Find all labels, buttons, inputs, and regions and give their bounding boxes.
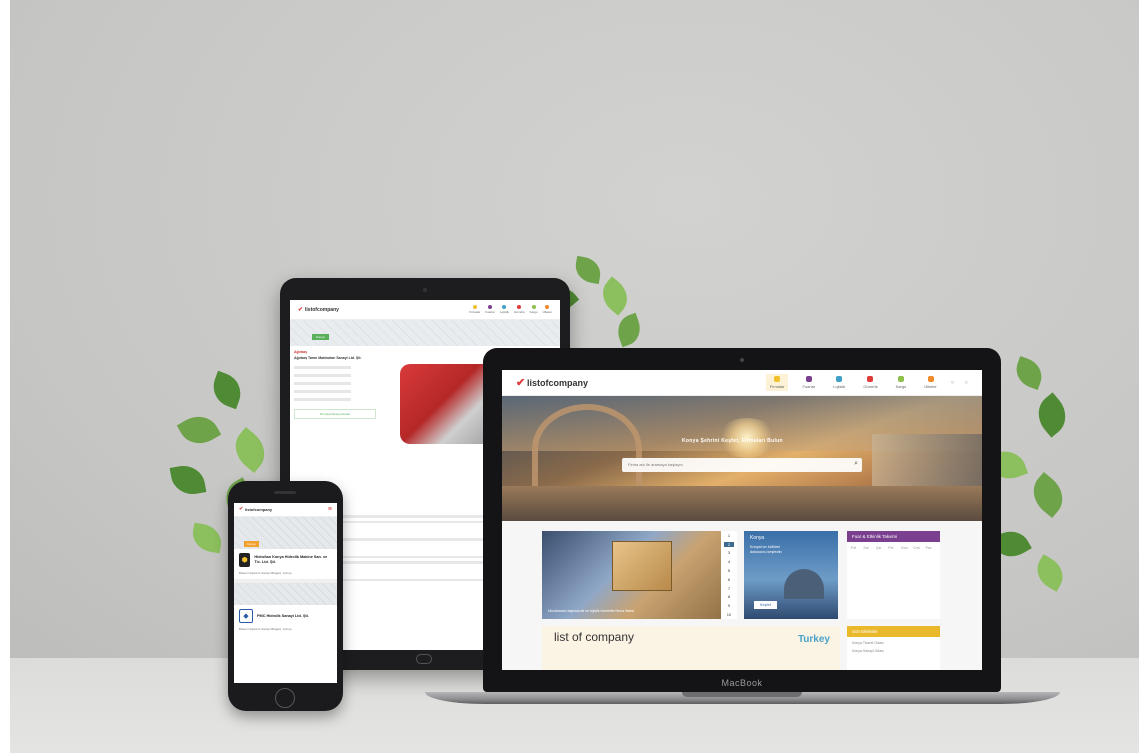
pager-item[interactable]: 5 xyxy=(728,568,730,573)
company-card[interactable]: ◆ PMC Hidrolik Sanayi Ltd. Şti. Büsan Or… xyxy=(234,605,337,635)
tablet-map[interactable]: Konya xyxy=(290,320,560,346)
laptop-navbar: ✔ listofcompany Firmalar Fuarlar Lojistik… xyxy=(502,370,982,396)
pager-item[interactable]: 9 xyxy=(728,603,730,608)
pager-item[interactable]: 10 xyxy=(727,612,731,617)
tablet-camera xyxy=(423,288,427,292)
phone-map[interactable]: Konya xyxy=(234,517,337,549)
phone-map-tag: Konya xyxy=(244,541,259,547)
left-border xyxy=(0,0,10,753)
phone-navbar: ✔ listofcompany ≡ xyxy=(234,503,337,517)
laptop-base xyxy=(425,692,1060,704)
tablet-nav-lojistik[interactable]: Lojistik xyxy=(500,305,509,314)
check-icon: ✔ xyxy=(516,377,526,389)
tablet-nav-kargo[interactable]: Kargo xyxy=(530,305,538,314)
pager-item[interactable]: 4 xyxy=(728,559,730,564)
hero-headline: Konya Şehrini Keşfet, Firmaları Bulun xyxy=(682,438,783,444)
pager-item[interactable]: 2 xyxy=(723,541,735,547)
cargo-box-image xyxy=(612,541,672,591)
phone-screen: ✔ listofcompany ≡ Konya ⬢ Hidroltan Konya… xyxy=(234,503,337,683)
banner-tag: Turkey xyxy=(797,634,830,645)
laptop-nav-items: Firmalar Fuarlar Lojistik Gümrük Kargo Ü… xyxy=(765,374,968,391)
hamburger-menu-icon[interactable]: ≡ xyxy=(328,506,332,513)
hero-banner: Konya Şehrini Keşfet, Firmaları Bulun Fi… xyxy=(502,396,982,521)
nav-firmalar[interactable]: Firmalar xyxy=(765,374,789,391)
address-line xyxy=(294,390,352,393)
phone-line xyxy=(294,366,352,369)
laptop-device: ✔ listofcompany Firmalar Fuarlar Lojistik… xyxy=(483,348,1001,692)
event-calendar: Fuar & Etkinlik Takvimi Pzt Sal Çar Per … xyxy=(847,531,940,619)
contact-button[interactable]: Firmaya Mesaj Gönder xyxy=(294,409,376,419)
company-name: PMC Hidrolik Sanayi Ltd. Şti. xyxy=(257,613,309,618)
tablet-map-tag: Konya xyxy=(312,334,329,340)
user-icon[interactable]: ○ xyxy=(964,380,968,386)
slider-caption: Uluslararası taşımacılık ve lojistik hiz… xyxy=(548,609,634,613)
email-line xyxy=(294,382,352,385)
tablet-home-button[interactable] xyxy=(416,654,432,664)
pager-item[interactable]: 6 xyxy=(728,577,730,582)
laptop-logo[interactable]: ✔ listofcompany xyxy=(516,376,588,389)
nav-kargo[interactable]: Kargo xyxy=(892,374,911,391)
city-card[interactable]: Konya Konya'nın kültürel dokusunu keşfed… xyxy=(744,531,838,619)
company-address: Büsan Organize Sanayi Bölgesi, Konya xyxy=(239,571,292,575)
fax-line xyxy=(294,374,352,377)
latest-list: Son Eklenler Konya Ticaret Odası Konya S… xyxy=(847,626,940,670)
check-icon: ✔ xyxy=(298,307,304,313)
list-item[interactable]: Konya Sanayi Odası xyxy=(847,645,940,653)
nav-fuarlar[interactable]: Fuarlar xyxy=(798,374,819,391)
phone-map-2[interactable] xyxy=(234,583,337,605)
check-icon: ✔ xyxy=(239,507,244,512)
arch-image xyxy=(532,404,642,494)
company-address: Büsan Organize Sanayi Bölgesi, Konya xyxy=(239,627,292,631)
laptop-screen: ✔ listofcompany Firmalar Fuarlar Lojistik… xyxy=(502,370,982,670)
tablet-nav-ulkeler[interactable]: Ülkeler xyxy=(543,305,552,314)
calendar-grid: Pzt Sal Çar Per Cum Cmt Paz xyxy=(851,546,932,550)
nav-ulkeler[interactable]: Ülkeler xyxy=(920,374,940,391)
tablet-nav-gumruk[interactable]: Gümrük xyxy=(514,305,525,314)
search-icon[interactable]: ⌕ xyxy=(854,460,858,468)
pager-item[interactable]: 3 xyxy=(728,550,730,555)
slider-pager: 1 2 3 4 5 6 7 8 9 10 xyxy=(721,531,737,619)
promo-banner[interactable]: list of company Turkey xyxy=(542,626,840,670)
hero-search-input[interactable]: Firma adı ile aramaya başlayın ⌕ xyxy=(622,458,862,472)
tablet-nav-items: Firmalar Fuarlar Lojistik Gümrük Kargo Ü… xyxy=(469,305,552,314)
search-icon[interactable]: ○ xyxy=(951,380,955,386)
phone-speaker xyxy=(274,491,296,494)
list-item[interactable]: Konya Ticaret Odası xyxy=(847,637,940,645)
nav-lojistik[interactable]: Lojistik xyxy=(829,374,849,391)
company-logo: Ağırbaş xyxy=(294,350,308,354)
laptop-camera xyxy=(740,358,744,362)
company-name: Ağırbaş Tarım Makinaları Sanayi Ltd. Şti… xyxy=(294,356,362,360)
tablet-company-info: Ağırbaş Ağırbaş Tarım Makinaları Sanayi … xyxy=(290,346,380,496)
phone-device: ✔ listofcompany ≡ Konya ⬢ Hidroltan Konya… xyxy=(228,481,343,711)
tablet-navbar: ✔ listofcompany Firmalar Fuarlar Lojistik… xyxy=(290,300,560,320)
news-slider[interactable]: Uluslararası taşımacılık ve lojistik hiz… xyxy=(542,531,737,619)
laptop-brand: MacBook xyxy=(721,678,763,688)
tablet-logo[interactable]: ✔ listofcompany xyxy=(298,306,339,314)
phone-home-button[interactable] xyxy=(275,688,295,708)
city-card-text: Konya'nın kültürel dokusunu keşfedin xyxy=(750,545,782,554)
company-logo-icon: ◆ xyxy=(239,609,253,623)
phone-logo[interactable]: ✔ listofcompany xyxy=(239,507,272,512)
banner-text: list of company xyxy=(554,630,635,644)
latest-list-title: Son Eklenler xyxy=(847,626,940,637)
company-card[interactable]: ⬢ Hidroltan Konya Hidrolik Makine San. v… xyxy=(234,549,337,579)
city-card-title: Konya xyxy=(750,535,765,541)
pager-item[interactable]: 1 xyxy=(728,533,730,538)
web-line xyxy=(294,398,352,401)
mosque-image xyxy=(784,569,824,599)
pager-item[interactable]: 8 xyxy=(728,594,730,599)
company-logo-icon: ⬢ xyxy=(239,553,251,567)
nav-gumruk[interactable]: Gümrük xyxy=(859,374,881,391)
company-name: Hidroltan Konya Hidrolik Makine San. ve … xyxy=(254,555,328,564)
city-card-button[interactable]: Keşfet xyxy=(754,601,777,609)
tablet-nav-firmalar[interactable]: Firmalar xyxy=(469,305,480,314)
calendar-title: Fuar & Etkinlik Takvimi xyxy=(847,531,940,542)
laptop-content: Uluslararası taşımacılık ve lojistik hiz… xyxy=(502,521,982,670)
tablet-nav-fuarlar[interactable]: Fuarlar xyxy=(485,305,495,314)
pager-item[interactable]: 7 xyxy=(728,586,730,591)
